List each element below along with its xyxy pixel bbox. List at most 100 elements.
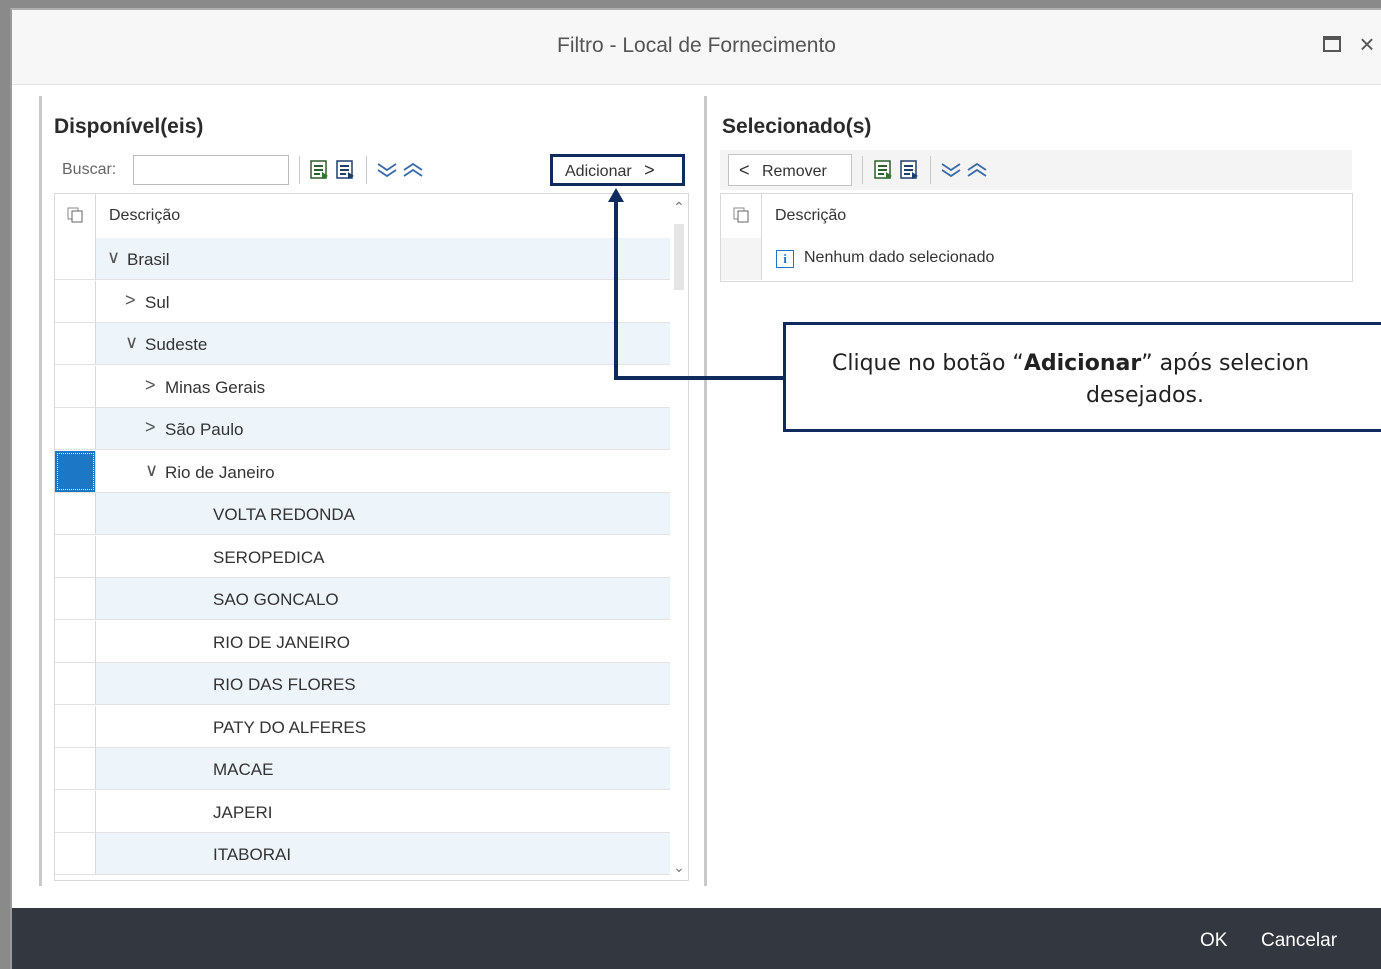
tree-row[interactable]: ITABORAI — [55, 833, 670, 875]
tree-row-label: Sudeste — [145, 335, 208, 354]
row-selector[interactable] — [55, 323, 96, 364]
tree-row[interactable]: ∨ Sudeste — [55, 323, 670, 365]
row-selector[interactable] — [55, 663, 96, 704]
selected-grid: Descrição i Nenhum dado selecionado — [720, 193, 1353, 282]
toolbar-separator — [299, 156, 300, 184]
collapse-all-icon[interactable] — [966, 160, 987, 180]
expand-all-icon[interactable] — [376, 160, 397, 180]
tree-row-label: Minas Gerais — [165, 377, 266, 397]
chevron-right-icon: > — [644, 160, 655, 180]
callout-text-line1: Clique no botão “Adicionar” após selecio… — [832, 351, 1310, 376]
left-pane-border — [39, 96, 42, 886]
collapse-all-icon[interactable] — [402, 160, 423, 180]
column-header-descricao[interactable]: Descrição — [775, 207, 846, 225]
row-selector[interactable] — [55, 365, 96, 407]
select-all-icon[interactable] — [310, 160, 330, 180]
available-toolbar: Buscar: Adicionar > — [54, 150, 686, 190]
tree-row[interactable]: RIO DAS FLORES — [55, 663, 670, 705]
select-all-icon[interactable] — [874, 160, 894, 180]
chevron-right-icon[interactable]: > — [145, 375, 156, 396]
row-selector[interactable] — [55, 408, 96, 449]
row-selector[interactable] — [55, 450, 96, 492]
chevron-right-icon[interactable]: > — [145, 417, 156, 438]
available-grid: Descrição ∨ Brasil > Sul ∨ Sudeste > Minas Gera… — [54, 193, 689, 881]
dialog-footer: OK Cancelar — [12, 908, 1381, 969]
row-selector[interactable] — [55, 620, 96, 662]
dialog-title: Filtro - Local de Fornecimento — [557, 34, 836, 57]
tree-row-label: SEROPEDICA — [213, 547, 325, 567]
tree-row-label: JAPERI — [213, 802, 273, 822]
tree-row[interactable]: SEROPEDICA — [55, 535, 670, 578]
tree-row[interactable]: MACAE — [55, 748, 670, 790]
scroll-down-icon[interactable]: ⌄ — [672, 860, 686, 874]
available-grid-header: Descrição — [55, 194, 688, 239]
scroll-up-icon[interactable]: ⌃ — [672, 200, 686, 214]
tree-row[interactable]: SAO GONCALO — [55, 578, 670, 620]
copy-icon[interactable] — [67, 207, 83, 223]
tree-row-label: São Paulo — [165, 420, 244, 439]
tree-row[interactable]: PATY DO ALFERES — [55, 705, 670, 748]
row-selector[interactable] — [55, 833, 96, 874]
row-selector[interactable] — [55, 748, 96, 789]
chevron-right-icon[interactable]: > — [125, 290, 136, 311]
tree-row-label: RIO DE JANEIRO — [213, 632, 350, 652]
tree-row-label: Rio de Janeiro — [165, 462, 275, 482]
toolbar-separator — [862, 156, 863, 184]
tree-row[interactable]: JAPERI — [55, 790, 670, 833]
tree-row-label: SAO GONCALO — [213, 590, 339, 609]
cancel-button[interactable]: Cancelar — [1261, 930, 1337, 952]
tree-row-label: Sul — [145, 292, 170, 312]
scroll-thumb[interactable] — [674, 224, 684, 290]
ok-button[interactable]: OK — [1200, 930, 1227, 952]
row-selector[interactable] — [55, 705, 96, 747]
search-input[interactable] — [133, 155, 289, 185]
row-selector[interactable] — [55, 493, 96, 534]
column-header-descricao[interactable]: Descrição — [109, 207, 180, 225]
tree-row[interactable]: VOLTA REDONDA — [55, 493, 670, 535]
chevron-down-icon[interactable]: ∨ — [125, 332, 138, 353]
pane-divider — [704, 96, 707, 886]
tree-row[interactable]: > Minas Gerais — [55, 365, 670, 408]
tree-row[interactable]: ∨ Rio de Janeiro — [55, 450, 670, 493]
chevron-down-icon[interactable]: ∨ — [145, 460, 158, 481]
remove-button[interactable]: < Remover — [728, 154, 852, 186]
close-icon[interactable]: × — [1355, 31, 1379, 57]
callout-arrow-vertical — [614, 196, 618, 379]
selected-grid-header: Descrição — [721, 194, 1352, 239]
selected-toolbar: < Remover — [720, 150, 1352, 190]
deselect-all-icon[interactable] — [900, 160, 920, 180]
maximize-icon[interactable] — [1321, 32, 1345, 56]
tree-row-label: PATY DO ALFERES — [213, 717, 367, 737]
row-selector[interactable] — [55, 790, 96, 832]
callout-arrow-horizontal — [614, 376, 784, 380]
deselect-all-icon[interactable] — [336, 160, 356, 180]
tree-row[interactable]: > São Paulo — [55, 408, 670, 450]
available-title: Disponível(eis) — [54, 115, 204, 138]
tree-row[interactable]: ∨ Brasil — [55, 238, 670, 280]
empty-row: i Nenhum dado selecionado — [721, 238, 1352, 280]
tree-row[interactable]: > Sul — [55, 280, 670, 323]
row-selector[interactable] — [55, 578, 96, 619]
info-icon: i — [776, 250, 794, 268]
filter-dialog: Filtro - Local de Fornecimento × Disponí… — [10, 8, 1381, 969]
tree-row-label: VOLTA REDONDA — [213, 505, 356, 524]
chevron-left-icon: < — [739, 160, 750, 180]
row-selector[interactable] — [55, 535, 96, 577]
dialog-titlebar: Filtro - Local de Fornecimento × — [12, 10, 1381, 85]
empty-message: Nenhum dado selecionado — [804, 249, 995, 266]
row-selector[interactable] — [55, 238, 96, 279]
tree-row-label: MACAE — [213, 760, 274, 779]
chevron-down-icon[interactable]: ∨ — [107, 247, 120, 268]
expand-all-icon[interactable] — [940, 160, 961, 180]
callout-text-line2: desejados. — [1086, 383, 1204, 408]
instruction-callout: Clique no botão “Adicionar” após selecio… — [783, 322, 1381, 432]
toolbar-separator — [930, 156, 931, 184]
arrow-head-icon — [608, 188, 624, 202]
tree-row-label: Brasil — [127, 250, 170, 269]
add-button[interactable]: Adicionar > — [550, 154, 685, 186]
row-selector[interactable] — [55, 280, 96, 322]
tree-row[interactable]: RIO DE JANEIRO — [55, 620, 670, 663]
available-scrollbar[interactable]: ⌃ ⌄ — [670, 194, 688, 880]
selected-title: Selecionado(s) — [722, 115, 872, 138]
copy-icon[interactable] — [733, 207, 749, 223]
